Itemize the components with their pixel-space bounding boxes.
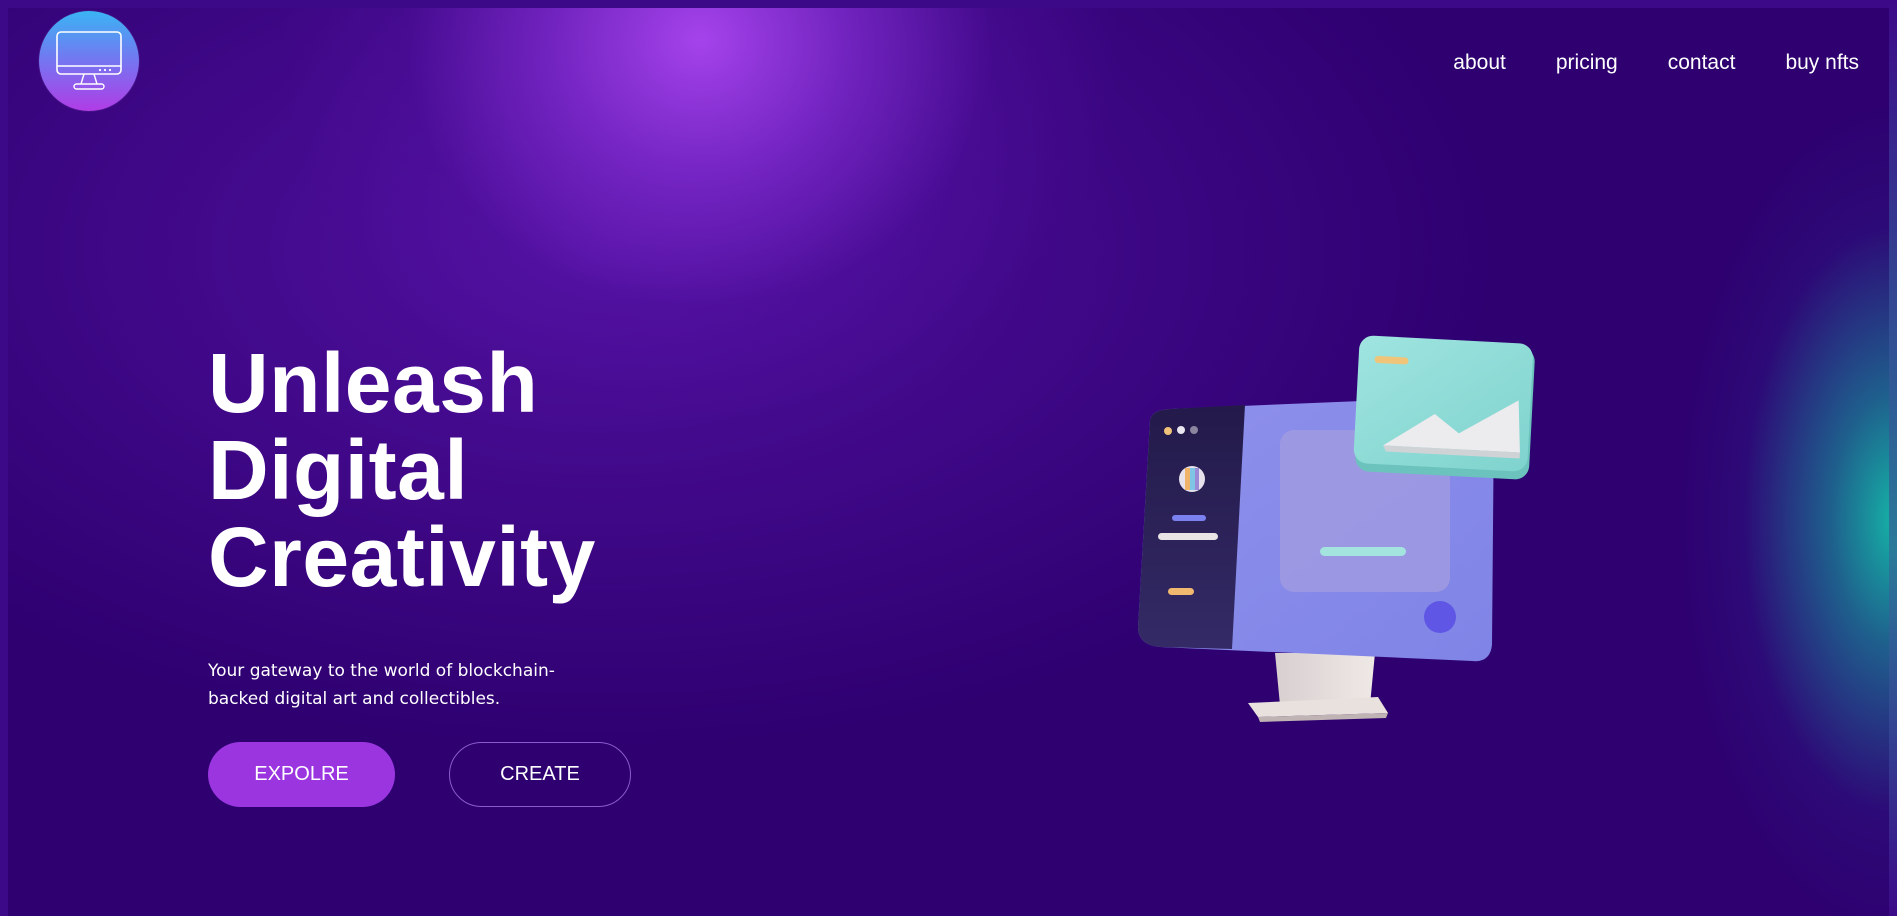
landing-page: about pricing contact buy nfts Unleash D…: [0, 0, 1897, 916]
nav-pricing-link[interactable]: pricing: [1556, 50, 1618, 76]
hero-title-line-3: Creativity: [208, 510, 596, 604]
computer-illustration: [1138, 335, 1535, 722]
right-border: [1889, 0, 1897, 916]
left-border: [0, 0, 8, 916]
nav-about-link[interactable]: about: [1453, 50, 1506, 76]
site-logo[interactable]: [39, 11, 139, 111]
main-nav: about pricing contact buy nfts: [1453, 50, 1859, 76]
monitor-icon: [56, 31, 122, 90]
hero-subtitle: Your gateway to the world of blockchain-…: [208, 661, 555, 709]
hero-title-line-1: Unleash: [208, 336, 539, 430]
nav-contact-link[interactable]: contact: [1668, 50, 1736, 76]
nav-buy-nfts-link[interactable]: buy nfts: [1785, 50, 1859, 76]
top-border: [0, 0, 1897, 8]
hero-title: Unleash Digital Creativity: [208, 340, 596, 601]
create-button[interactable]: CREATE: [449, 742, 631, 807]
explore-button[interactable]: EXPOLRE: [208, 742, 395, 807]
hero-title-line-2: Digital: [208, 423, 469, 517]
